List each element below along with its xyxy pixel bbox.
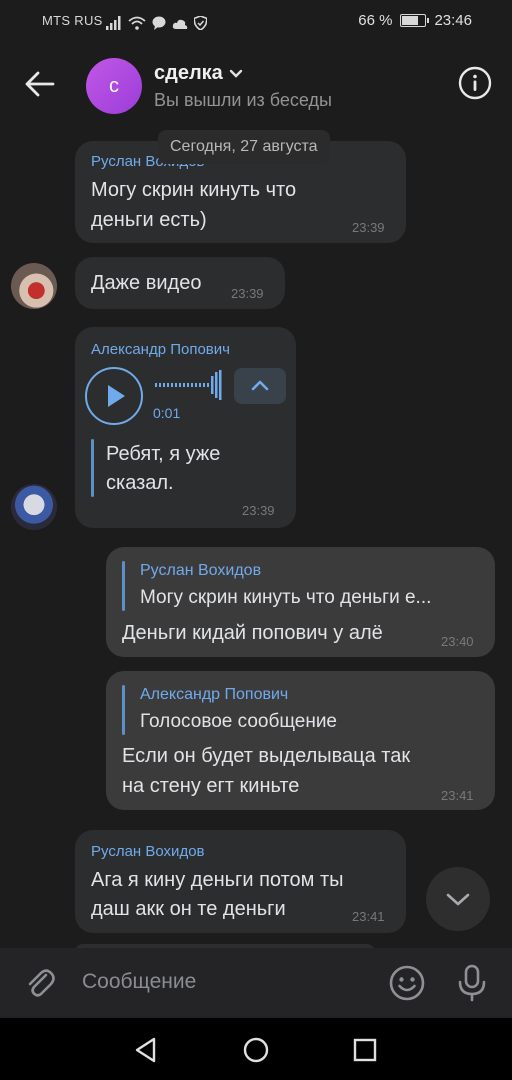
nav-recents-icon xyxy=(353,1038,377,1062)
message-text: Деньги кидай попович у алё xyxy=(122,622,383,644)
chat-subtitle: Вы вышли из беседы xyxy=(154,90,332,110)
message-bubble[interactable]: Александр Попович Голосовое сообщение Ес… xyxy=(106,671,495,810)
chat-notification-icon xyxy=(152,16,166,30)
reply-bar xyxy=(122,685,125,735)
message-text: Даже видео xyxy=(91,272,202,294)
info-button[interactable] xyxy=(458,66,492,100)
chevron-down-icon xyxy=(229,69,242,78)
reply-author: Руслан Вохидов xyxy=(140,562,262,579)
reply-author: Александр Попович xyxy=(140,686,289,703)
transcript-bar xyxy=(91,439,94,497)
shield-icon xyxy=(194,16,207,30)
voice-record-button[interactable] xyxy=(455,963,489,1003)
message-text-line: Ага я кину деньги потом ты xyxy=(91,869,344,891)
message-composer: Сообщение xyxy=(0,948,512,1018)
message-bubble[interactable]: Руслан Вохидов Могу скрин кинуть что ден… xyxy=(106,547,495,657)
carrier-label: MTS RUS xyxy=(42,13,103,28)
chat-title-text: сделка xyxy=(154,62,223,84)
reply-bar xyxy=(122,561,125,611)
transcript-toggle-button[interactable] xyxy=(234,368,286,404)
reply-text: Могу скрин кинуть что деньги е... xyxy=(140,587,432,608)
chat-title[interactable]: сделка xyxy=(154,62,243,85)
back-arrow-icon xyxy=(25,71,55,97)
chevron-up-icon xyxy=(251,380,269,391)
reply-text: Голосовое сообщение xyxy=(140,711,337,732)
message-time: 23:41 xyxy=(352,909,385,924)
transcript-line: сказал. xyxy=(106,472,174,494)
message-text-line: деньги есть) xyxy=(91,209,207,231)
attach-button[interactable] xyxy=(22,965,58,1001)
message-time: 23:40 xyxy=(441,634,474,649)
wifi-icon xyxy=(128,16,146,30)
clock: 23:46 xyxy=(434,12,472,29)
nav-home-button[interactable] xyxy=(242,1036,270,1064)
scroll-to-bottom-button[interactable] xyxy=(426,867,490,931)
signal-icon xyxy=(106,16,121,30)
chevron-down-icon xyxy=(446,893,470,906)
voice-waveform xyxy=(155,370,222,400)
back-button[interactable] xyxy=(18,64,62,104)
battery-percent: 66 % xyxy=(358,12,393,29)
message-text-line: даш акк он те деньги xyxy=(91,898,286,920)
transcript-line: Ребят, я уже xyxy=(106,443,221,465)
play-button[interactable] xyxy=(85,367,143,425)
sender-avatar[interactable] xyxy=(11,484,57,530)
emoji-icon xyxy=(389,965,425,1001)
message-text-line: Если он будет выделываца так xyxy=(122,745,411,767)
message-author: Руслан Вохидов xyxy=(91,843,205,860)
info-icon xyxy=(458,66,492,100)
nav-recents-button[interactable] xyxy=(351,1036,379,1064)
mic-icon xyxy=(458,964,486,1002)
cloud-icon xyxy=(172,19,188,29)
attach-icon xyxy=(28,969,55,997)
message-bubble[interactable]: Руслан Вохидов Ага я кину деньги потом т… xyxy=(75,830,406,933)
message-input[interactable]: Сообщение xyxy=(82,970,196,994)
message-time: 23:39 xyxy=(231,286,264,301)
chat-header: с сделка Вы вышли из беседы xyxy=(0,44,512,124)
nav-back-icon xyxy=(135,1037,156,1063)
voice-duration: 0:01 xyxy=(153,405,181,421)
message-time: 23:39 xyxy=(242,503,275,518)
chat-avatar[interactable]: с xyxy=(86,58,142,114)
message-author: Александр Попович xyxy=(91,341,230,358)
voice-message-bubble[interactable]: Александр Попович 0:01 Ребят, я уже сказ… xyxy=(75,327,296,528)
system-navigation-bar xyxy=(0,1018,512,1080)
status-right: 66 % 23:46 xyxy=(358,12,472,29)
message-bubble[interactable]: Даже видео 23:39 xyxy=(75,257,285,309)
message-text-line: Могу скрин кинуть что xyxy=(91,179,297,201)
date-separator: Сегодня, 27 августа xyxy=(158,130,330,164)
play-icon xyxy=(108,385,125,407)
nav-home-icon xyxy=(243,1037,269,1063)
message-time: 23:39 xyxy=(352,220,385,235)
status-icons xyxy=(106,12,207,30)
nav-back-button[interactable] xyxy=(132,1036,160,1064)
sender-avatar[interactable] xyxy=(11,263,57,309)
message-text-line: на стену егт киньте xyxy=(122,775,300,797)
message-time: 23:41 xyxy=(441,788,474,803)
avatar-letter: с xyxy=(109,74,119,97)
emoji-button[interactable] xyxy=(388,964,426,1002)
battery-icon xyxy=(400,14,430,27)
status-bar: MTS RUS 66 % 23:46 xyxy=(0,0,512,44)
